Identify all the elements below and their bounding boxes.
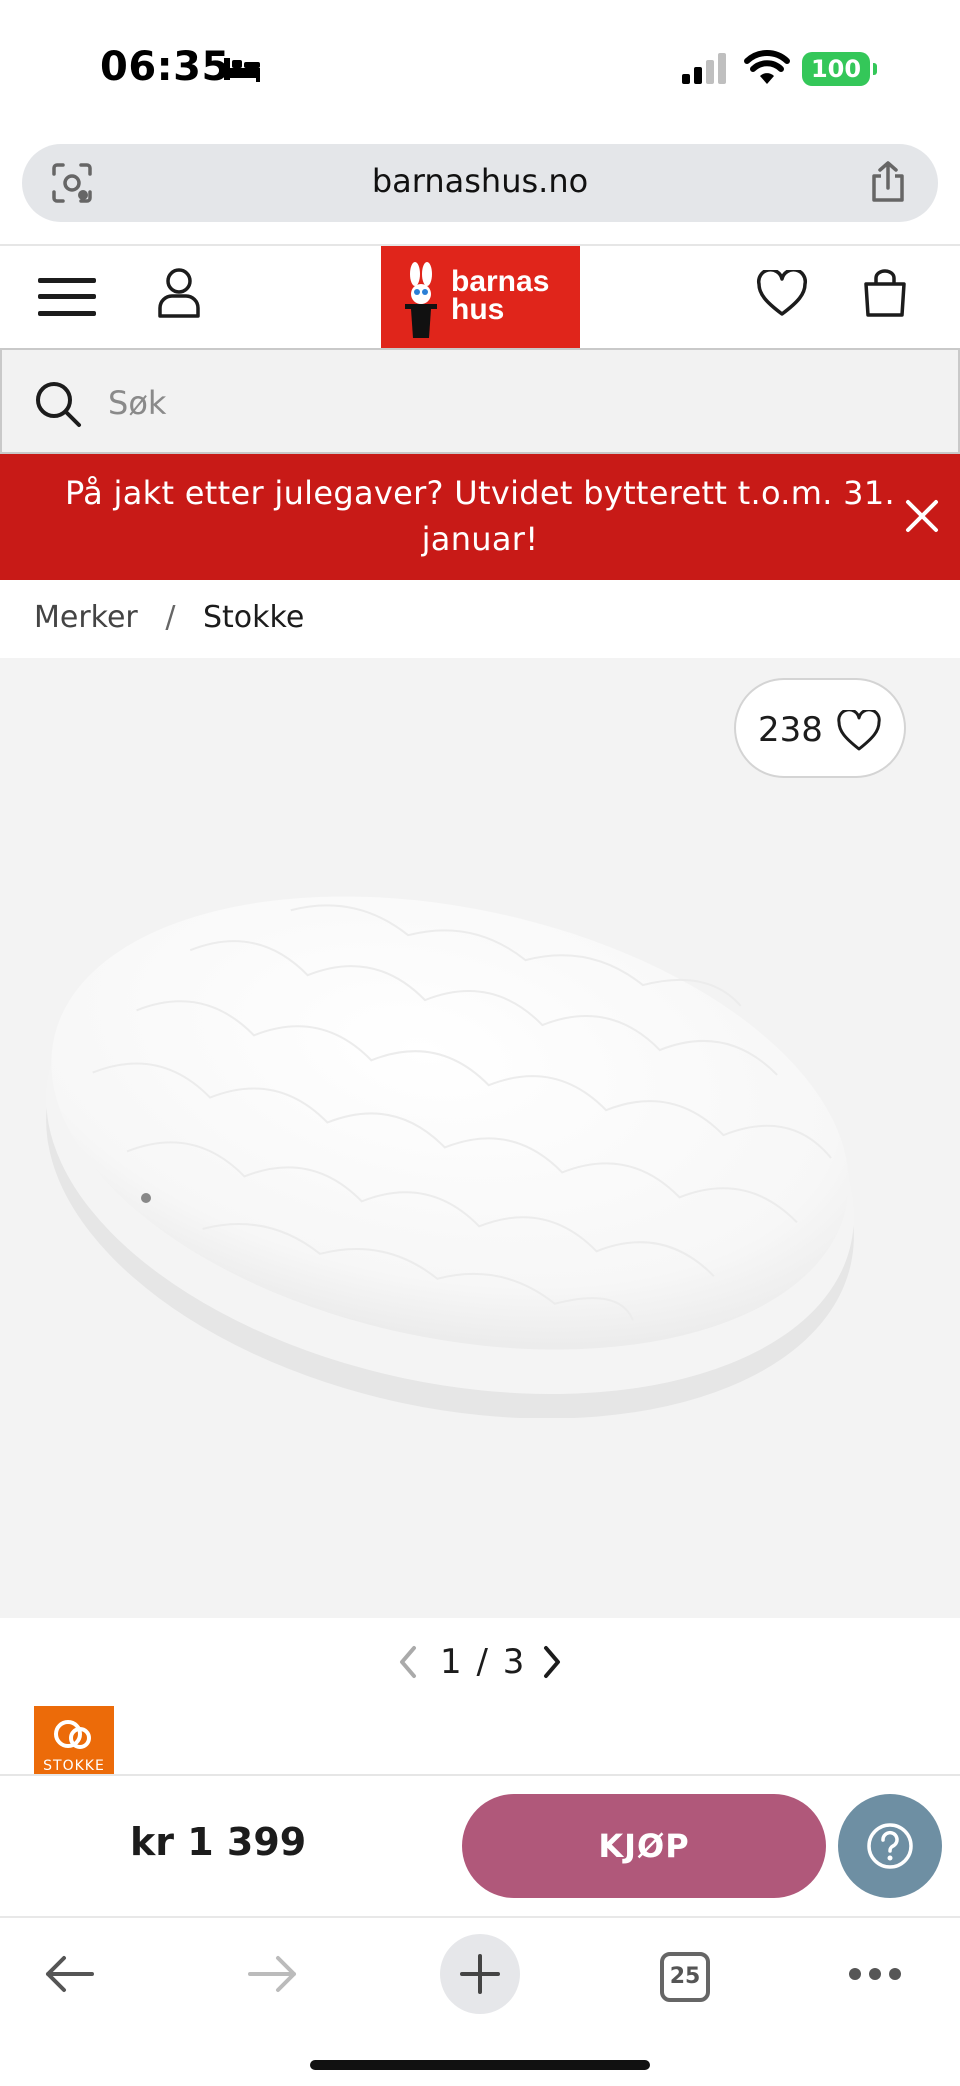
search-icon [36,382,81,427]
rabbit-hat-logo-icon [405,262,437,338]
breadcrumb-separator: / [165,600,176,635]
tabs-overview-button[interactable]: 25 [660,1952,710,2002]
new-tab-button[interactable] [440,1934,520,2014]
brand-logo-text: STOKKE [43,1758,105,1774]
forward-arrow-icon[interactable] [246,1954,300,1994]
battery-indicator: 100 [802,52,877,86]
back-arrow-icon[interactable] [42,1954,96,1994]
favorite-button[interactable]: 238 [734,678,906,778]
home-indicator [310,2060,650,2070]
sticky-buy-bar: kr 1 399 KJØP [0,1774,960,1916]
site-header: barnas hus [0,244,960,350]
breadcrumb: Merker / Stokke [34,600,304,635]
wifi-icon [744,50,790,84]
logo-wordmark: barnas hus [451,265,550,326]
image-pager: 1 / 3 [0,1636,960,1692]
url-text: barnashus.no [371,162,589,200]
promo-banner: På jakt etter julegaver? Utvidet byttere… [0,454,960,580]
wishlist-heart-icon[interactable] [756,270,808,318]
cellular-signal-icon [682,53,726,84]
heart-icon [837,710,881,751]
site-logo[interactable]: barnas hus [381,246,580,350]
logo-line-2: hus [451,293,505,326]
breadcrumb-item-merker[interactable]: Merker [34,600,138,635]
product-image-gallery[interactable]: 238 [0,658,960,1618]
help-button[interactable] [838,1794,942,1898]
chevron-left-icon[interactable] [396,1644,420,1680]
share-icon[interactable] [868,160,908,204]
image-pager-text: 1 / 3 [440,1642,527,1682]
status-time: 06:35 [100,44,230,90]
hamburger-menu-icon[interactable] [38,276,96,318]
favorite-count: 238 [758,710,823,750]
address-bar[interactable]: barnashus.no [22,144,938,222]
promo-text: På jakt etter julegaver? Utvidet byttere… [65,474,895,558]
shopping-bag-icon[interactable] [862,268,908,318]
buy-button[interactable]: KJØP [462,1794,826,1898]
chevron-right-icon[interactable] [540,1644,564,1680]
plus-icon [460,1954,500,1994]
product-photo-oval-mattress [46,896,854,1418]
breadcrumb-item-stokke[interactable]: Stokke [203,600,304,635]
search-input[interactable]: Søk [108,384,166,422]
browser-toolbar: 25 [0,1916,960,2086]
search-bar[interactable]: Søk [0,348,960,454]
brand-logo-stokke[interactable]: STOKKE [34,1706,114,1776]
close-icon[interactable] [904,498,940,534]
account-icon[interactable] [156,266,202,320]
more-dots-icon[interactable] [848,1966,902,1982]
product-price: kr 1 399 [130,1820,307,1864]
logo-line-1: barnas [451,265,550,298]
help-question-icon [867,1823,913,1869]
status-bar: 06:35 100 [0,0,960,140]
bed-icon [224,58,260,82]
